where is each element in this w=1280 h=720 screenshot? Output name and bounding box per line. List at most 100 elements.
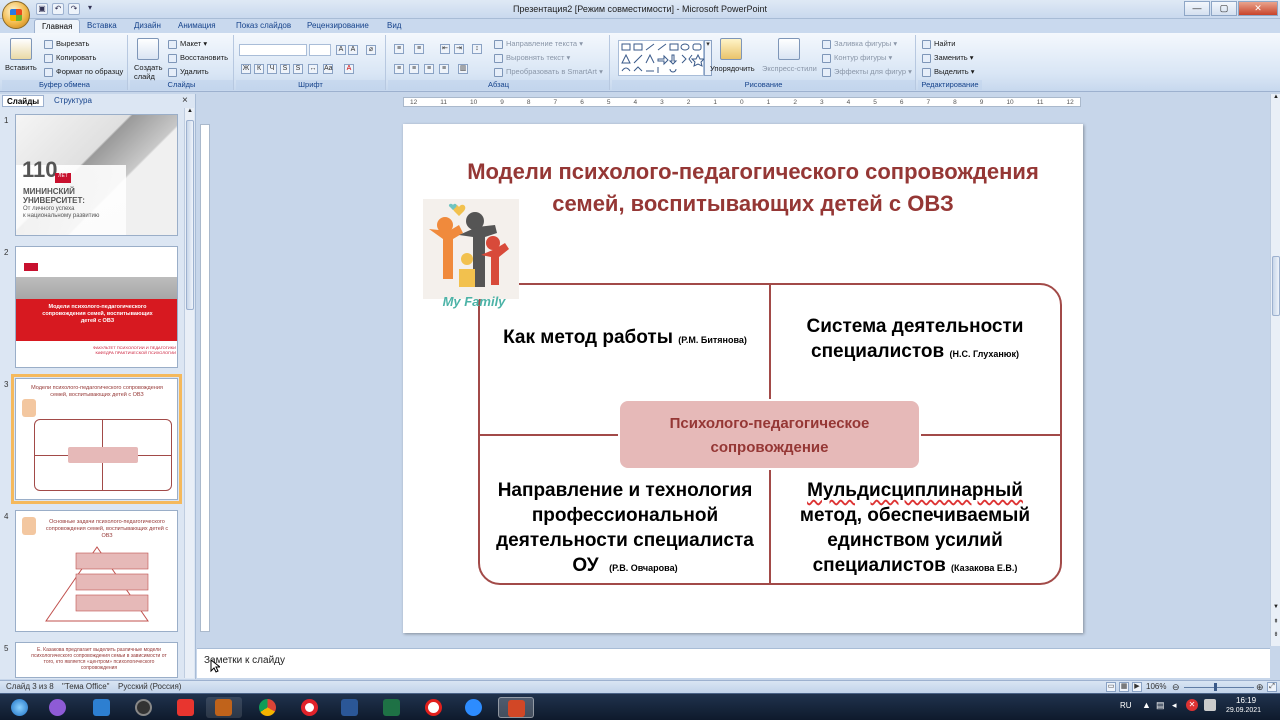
- slide-thumbnail-2[interactable]: Модели психолого-педагогического сопрово…: [15, 246, 178, 368]
- taskbar-app[interactable]: [40, 697, 76, 718]
- tab-outline[interactable]: Структура: [50, 95, 96, 107]
- find-button[interactable]: Найти: [922, 39, 955, 49]
- taskbar-app[interactable]: [416, 697, 452, 718]
- office-button[interactable]: [2, 1, 30, 29]
- clock-time[interactable]: 16:19: [1236, 696, 1256, 705]
- indent-increase-icon[interactable]: ⇥: [454, 44, 464, 54]
- slide-thumbnail-3[interactable]: Модели психолого-педагогического сопрово…: [11, 374, 182, 504]
- paste-button[interactable]: Вставить: [5, 63, 37, 72]
- zoom-in-icon[interactable]: ⊕: [1256, 681, 1264, 693]
- strikethrough-icon[interactable]: S: [280, 64, 290, 74]
- zoom-slider-handle[interactable]: [1214, 683, 1217, 691]
- taskbar-app-powerpoint[interactable]: [498, 697, 534, 718]
- taskbar-app[interactable]: [374, 697, 410, 718]
- font-grow-icon[interactable]: A: [336, 45, 346, 55]
- tab-slideshow[interactable]: Показ слайдов: [229, 19, 298, 33]
- slide-title[interactable]: Модели психолого-педагогического сопрово…: [423, 156, 1083, 220]
- antivirus-icon[interactable]: ✕: [1186, 699, 1198, 711]
- taskbar-app[interactable]: [292, 697, 328, 718]
- scroll-up-icon[interactable]: ▲: [1272, 94, 1280, 104]
- taskbar-app[interactable]: [206, 697, 242, 718]
- taskbar-app[interactable]: [168, 697, 204, 718]
- quick-styles-button[interactable]: Экспресс-стили: [762, 64, 817, 73]
- align-left-icon[interactable]: ≡: [394, 64, 404, 74]
- tab-animation[interactable]: Анимация: [171, 19, 223, 33]
- pane-close-icon[interactable]: ×: [182, 95, 188, 106]
- quadrant-method[interactable]: Как метод работы (Р.М. Битянова): [483, 325, 767, 353]
- taskbar-app[interactable]: [84, 697, 120, 718]
- sorter-view-icon[interactable]: ▦: [1119, 682, 1129, 692]
- bold-icon[interactable]: Ж: [241, 64, 251, 74]
- next-slide-icon[interactable]: ⇟: [1272, 631, 1280, 641]
- columns-icon[interactable]: ▥: [458, 64, 468, 74]
- reset-button[interactable]: Восстановить: [168, 53, 228, 63]
- tab-design[interactable]: Дизайн: [127, 19, 168, 33]
- numbering-icon[interactable]: ≡: [414, 44, 424, 54]
- align-right-icon[interactable]: ≡: [424, 64, 434, 74]
- taskbar-app[interactable]: [332, 697, 368, 718]
- underline-icon[interactable]: Ч: [267, 64, 277, 74]
- notes-pane[interactable]: Заметки к слайду: [197, 648, 1270, 678]
- scroll-down-icon[interactable]: ▼: [1272, 604, 1280, 614]
- tray-chevron-icon[interactable]: ▲: [1142, 700, 1151, 710]
- center-box[interactable]: Психолого-педагогическое сопровождение: [618, 399, 921, 470]
- new-slide-button[interactable]: Создать слайд: [134, 63, 166, 81]
- language-indicator[interactable]: RU: [1120, 701, 1132, 710]
- clock-date[interactable]: 29.09.2021: [1226, 707, 1261, 714]
- shape-effects-button[interactable]: Эффекты для фигур ▾: [822, 67, 912, 77]
- family-logo[interactable]: My Family: [423, 199, 519, 317]
- slide-thumbnail-1[interactable]: 110 ЛЕТ МИНИНСКИЙ УНИВЕРСИТЕТ: От личног…: [15, 114, 178, 236]
- italic-icon[interactable]: К: [254, 64, 264, 74]
- tab-insert[interactable]: Вставка: [80, 19, 124, 33]
- start-button[interactable]: [2, 697, 38, 718]
- quadrant-direction[interactable]: Направление и технология профессионально…: [483, 478, 767, 581]
- zoom-slider[interactable]: [1184, 687, 1254, 688]
- minimize-button[interactable]: —: [1184, 1, 1210, 16]
- arrange-icon[interactable]: [720, 38, 742, 60]
- tab-view[interactable]: Вид: [380, 19, 408, 33]
- select-button[interactable]: Выделить ▾: [922, 67, 974, 77]
- replace-button[interactable]: Заменить ▾: [922, 53, 974, 63]
- bullets-icon[interactable]: ≡: [394, 44, 404, 54]
- prev-slide-icon[interactable]: ⇞: [1272, 618, 1280, 628]
- font-color-icon[interactable]: A: [344, 64, 354, 74]
- slides-scrollbar[interactable]: ▲: [184, 108, 194, 678]
- close-button[interactable]: ✕: [1238, 1, 1278, 16]
- slide-canvas[interactable]: Модели психолого-педагогического сопрово…: [403, 124, 1083, 633]
- shape-outline-button[interactable]: Контур фигуры ▾: [822, 53, 892, 63]
- font-size-select[interactable]: [309, 44, 331, 56]
- case-icon[interactable]: Aa: [323, 64, 333, 74]
- taskbar-app[interactable]: [456, 697, 492, 718]
- tab-review[interactable]: Рецензирование: [300, 19, 376, 33]
- smartart-button[interactable]: Преобразовать в SmartArt ▾: [494, 67, 603, 77]
- scroll-thumb[interactable]: [186, 120, 194, 310]
- align-text-button[interactable]: Выровнять текст ▾: [494, 53, 570, 63]
- maximize-button[interactable]: ▢: [1211, 1, 1237, 16]
- arrange-button[interactable]: Упорядочить: [710, 64, 755, 73]
- tab-slides[interactable]: Слайды: [2, 95, 45, 107]
- font-family-select[interactable]: [239, 44, 307, 56]
- clear-format-icon[interactable]: ⌀: [366, 45, 376, 55]
- format-painter-button[interactable]: Формат по образцу: [44, 67, 123, 77]
- text-direction-button[interactable]: Направление текста ▾: [494, 39, 583, 49]
- scroll-thumb[interactable]: [1272, 256, 1280, 316]
- slide-thumbnail-4[interactable]: Основные задачи психолого-педагогическог…: [15, 510, 178, 632]
- quadrant-system[interactable]: Система деятельности специалистов (Н.С. …: [773, 314, 1057, 367]
- taskbar-app[interactable]: [250, 697, 286, 718]
- editor-scrollbar[interactable]: ▲ ▼ ⇞ ⇟: [1270, 94, 1280, 646]
- volume-icon[interactable]: ◂: [1172, 700, 1177, 711]
- shadow-icon[interactable]: S: [293, 64, 303, 74]
- language-indicator[interactable]: Русский (Россия): [118, 681, 181, 693]
- slide-thumbnail-5[interactable]: Е. Казакова предлагает выделить различны…: [15, 642, 178, 678]
- cut-button[interactable]: Вырезать: [44, 39, 89, 49]
- indent-decrease-icon[interactable]: ⇤: [440, 44, 450, 54]
- tab-home[interactable]: Главная: [34, 19, 81, 33]
- spacing-icon[interactable]: ↔: [308, 64, 318, 74]
- delete-slide-button[interactable]: Удалить: [168, 67, 209, 77]
- scroll-up-icon[interactable]: ▲: [186, 108, 194, 118]
- quadrant-multidisciplinary[interactable]: Мульдисциплинарный метод, обеспечиваемый…: [773, 478, 1057, 581]
- network-icon[interactable]: ▤: [1156, 700, 1165, 711]
- layout-button[interactable]: Макет ▾: [168, 39, 207, 49]
- justify-icon[interactable]: ≡: [439, 64, 449, 74]
- taskbar-app[interactable]: [126, 697, 162, 718]
